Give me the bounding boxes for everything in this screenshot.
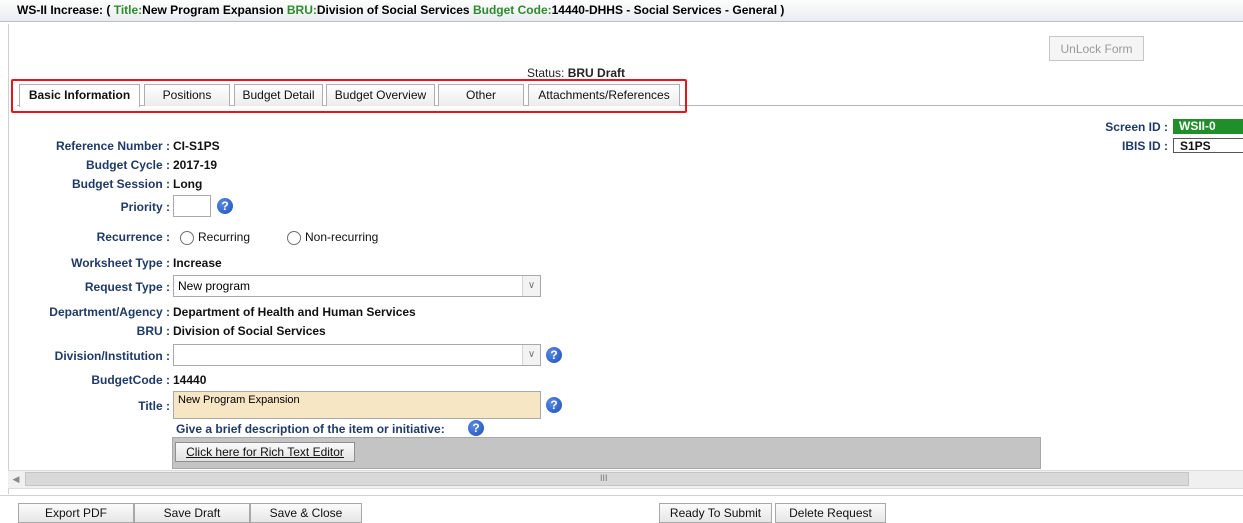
chevron-down-icon[interactable]: ∨	[522, 276, 540, 296]
description-prompt: Give a brief description of the item or …	[176, 422, 445, 436]
save-draft-button[interactable]: Save Draft	[134, 503, 250, 523]
delete-request-button[interactable]: Delete Request	[775, 503, 886, 523]
title-label: Title :	[138, 399, 170, 413]
non-recurring-radio[interactable]	[287, 231, 301, 245]
save-close-button[interactable]: Save & Close	[250, 503, 362, 523]
screen-id-value: WSII-0	[1173, 119, 1243, 134]
status-label: Status:	[527, 66, 565, 80]
left-border	[8, 24, 9, 494]
reference-number-value: CI-S1PS	[173, 139, 220, 153]
scrollbar-grip-icon: III	[600, 473, 608, 483]
ready-to-submit-button[interactable]: Ready To Submit	[659, 503, 772, 523]
title-value: New Program Expansion	[142, 3, 284, 17]
bru-value: Division of Social Services	[316, 3, 470, 17]
department-agency-label: Department/Agency :	[49, 305, 170, 319]
status-text: Status: BRU Draft	[527, 66, 625, 80]
budget-session-value: Long	[173, 177, 203, 191]
department-agency-value: Department of Health and Human Services	[173, 305, 416, 319]
help-icon[interactable]: ?	[217, 198, 233, 214]
help-icon[interactable]: ?	[546, 347, 562, 363]
worksheet-type-label: Worksheet Type :	[71, 256, 170, 270]
budget-session-label: Budget Session :	[71, 177, 170, 191]
title-key: Title:	[113, 3, 143, 17]
bru-key: BRU:	[286, 3, 317, 17]
budget-cycle-value: 2017-19	[173, 158, 218, 172]
help-icon[interactable]: ?	[546, 397, 562, 413]
recurring-radio[interactable]	[180, 231, 194, 245]
bru-value: Division of Social Services	[173, 324, 326, 338]
chevron-down-icon[interactable]: ∨	[522, 345, 540, 365]
budget-key: Budget Code:	[472, 3, 552, 17]
screen-id-label: Screen ID :	[1105, 120, 1168, 134]
title-input[interactable]: New Program Expansion	[173, 391, 541, 419]
worksheet-type-value: Increase	[173, 256, 222, 270]
title-prefix: WS-II Increase: (	[17, 3, 111, 17]
horizontal-scrollbar[interactable]: ◀ III	[8, 470, 1243, 489]
division-institution-label: Division/Institution :	[54, 349, 170, 363]
request-type-label: Request Type :	[84, 280, 170, 294]
ibis-id-label: IBIS ID :	[1121, 139, 1168, 153]
recurring-option-label: Recurring	[198, 230, 251, 244]
budget-code-label: BudgetCode :	[91, 373, 170, 387]
non-recurring-option-label: Non-recurring	[305, 230, 379, 244]
priority-label: Priority :	[120, 200, 170, 214]
recurrence-label: Recurrence :	[96, 230, 170, 244]
request-type-value: New program	[178, 279, 251, 293]
reference-number-label: Reference Number :	[55, 139, 170, 153]
scroll-left-arrow-icon[interactable]: ◀	[8, 471, 24, 487]
window-title-bar: WS-II Increase: ( Title:New Program Expa…	[0, 0, 1243, 22]
division-institution-select[interactable]: ∨	[173, 344, 541, 366]
tabs-highlight-annotation	[11, 79, 687, 113]
status-value: BRU Draft	[567, 66, 626, 80]
rich-text-editor-button[interactable]: Click here for Rich Text Editor	[175, 442, 355, 462]
help-icon[interactable]: ?	[468, 420, 484, 436]
export-pdf-button[interactable]: Export PDF	[18, 503, 134, 523]
budget-cycle-label: Budget Cycle :	[85, 158, 170, 172]
request-type-select[interactable]: New program ∨	[173, 275, 541, 297]
budget-code-value: 14440	[173, 373, 207, 387]
priority-input[interactable]	[173, 195, 211, 217]
unlock-form-button[interactable]: UnLock Form	[1049, 36, 1144, 61]
budget-value: 14440-DHHS - Social Services - General )	[551, 3, 785, 17]
ibis-id-value: S1PS	[1173, 138, 1243, 153]
bru-label: BRU :	[136, 324, 170, 338]
